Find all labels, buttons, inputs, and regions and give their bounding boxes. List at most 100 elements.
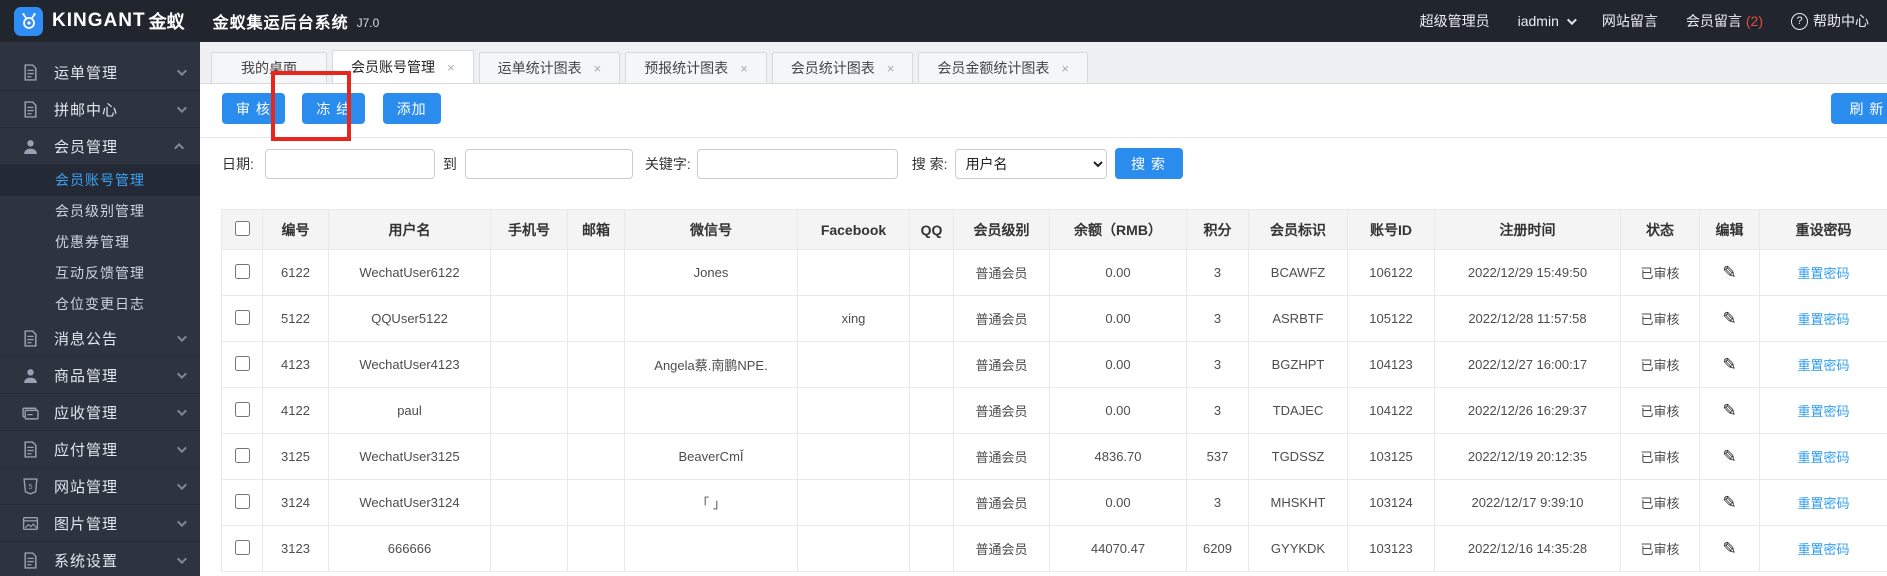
cell-phone xyxy=(490,433,568,480)
sidebar-subitem-feedback-management[interactable]: 互动反馈管理 xyxy=(0,258,200,289)
cell-points: 3 xyxy=(1186,341,1249,388)
row-checkbox[interactable] xyxy=(234,309,250,325)
edit-pencil-icon[interactable]: ✎ xyxy=(1722,309,1736,328)
cell-qq xyxy=(909,249,954,296)
tab-my-desktop[interactable]: 我的桌面 xyxy=(211,52,327,83)
column-header-balance: 余额（RMB） xyxy=(1049,209,1187,250)
keyword-label: 关键字: xyxy=(644,155,691,172)
table-row: 3123 666666 普通会员 44070.47 6209 GYYKDK 103123 20… xyxy=(221,525,1887,572)
cell-qq xyxy=(909,433,954,480)
cell-wechat xyxy=(624,387,798,434)
row-checkbox-cell xyxy=(221,341,263,388)
tab-close-icon[interactable]: × xyxy=(594,61,602,76)
select-all-checkbox[interactable] xyxy=(234,220,250,236)
tab-forecast-stats-chart[interactable]: 预报统计图表 × xyxy=(625,52,767,83)
sidebar-subitem-member-level-management[interactable]: 会员级别管理 xyxy=(0,196,200,227)
cell-email xyxy=(567,341,625,388)
row-checkbox[interactable] xyxy=(234,355,250,371)
sidebar-item-system-settings[interactable]: 系统设置 xyxy=(0,542,200,576)
cell-edit: ✎ xyxy=(1699,341,1760,388)
sidebar-item-website-management[interactable]: 5 网站管理 xyxy=(0,468,200,505)
reset-password-link[interactable]: 重置密码 xyxy=(1797,358,1849,373)
sidebar-subitem-warehouse-change-log[interactable]: 仓位变更日志 xyxy=(0,289,200,320)
help-link[interactable]: ? 帮助中心 xyxy=(1791,11,1869,31)
reset-password-link[interactable]: 重置密码 xyxy=(1797,542,1849,557)
sidebar-item-message-announcement[interactable]: 消息公告 xyxy=(0,320,200,357)
cell-register-time: 2022/12/19 20:12:35 xyxy=(1434,433,1621,480)
freeze-button[interactable]: 冻 结 xyxy=(302,93,366,124)
cell-register-time: 2022/12/29 15:49:50 xyxy=(1434,249,1621,296)
tab-close-icon[interactable]: × xyxy=(887,61,895,76)
sidebar-item-mail-center[interactable]: 拼邮中心 xyxy=(0,91,200,128)
cell-points: 3 xyxy=(1186,387,1249,434)
edit-pencil-icon[interactable]: ✎ xyxy=(1722,355,1736,374)
table-row: 6122 WechatUser6122 Jones 普通会员 0.00 3 BCAWFZ 10… xyxy=(221,249,1887,296)
site-messages-link[interactable]: 网站留言 xyxy=(1602,11,1658,31)
cell-points: 6209 xyxy=(1186,525,1249,572)
column-header-username: 用户名 xyxy=(328,209,491,250)
user-dropdown[interactable]: iadmin xyxy=(1517,13,1577,29)
reset-password-link[interactable]: 重置密码 xyxy=(1797,312,1849,327)
row-checkbox[interactable] xyxy=(234,401,250,417)
search-button[interactable]: 搜 索 xyxy=(1114,148,1183,179)
document-icon xyxy=(22,551,39,569)
cell-wechat: BeaverCmǏ xyxy=(624,433,798,480)
edit-pencil-icon[interactable]: ✎ xyxy=(1722,263,1736,282)
refresh-button[interactable]: 刷 新 xyxy=(1831,93,1887,124)
cell-id: 3123 xyxy=(262,525,329,572)
sidebar-item-image-management[interactable]: 图片管理 xyxy=(0,505,200,542)
sidebar-item-member-management[interactable]: 会员管理 xyxy=(0,128,200,165)
cell-status: 已审核 xyxy=(1620,249,1700,296)
cell-id: 5122 xyxy=(262,295,329,342)
edit-pencil-icon[interactable]: ✎ xyxy=(1722,447,1736,466)
sidebar-item-label: 运单管理 xyxy=(54,64,119,82)
reset-password-link[interactable]: 重置密码 xyxy=(1797,404,1849,419)
column-header-facebook: Facebook xyxy=(797,209,910,250)
edit-pencil-icon[interactable]: ✎ xyxy=(1722,493,1736,512)
chevron-down-icon xyxy=(176,479,187,490)
edit-pencil-icon[interactable]: ✎ xyxy=(1722,539,1736,558)
audit-button[interactable]: 审 核 xyxy=(222,93,285,124)
cell-member-code: TGDSSZ xyxy=(1248,433,1348,480)
search-field-select[interactable]: 用户名 xyxy=(954,148,1107,179)
reset-password-link[interactable]: 重置密码 xyxy=(1797,496,1849,511)
keyword-input[interactable] xyxy=(696,148,898,179)
sidebar-item-waybill-management[interactable]: 运单管理 xyxy=(0,54,200,91)
add-button[interactable]: 添加 xyxy=(382,93,441,124)
tab-member-stats-chart[interactable]: 会员统计图表 × xyxy=(771,52,914,83)
member-messages-count: (2) xyxy=(1745,13,1763,29)
cell-username: WechatUser3124 xyxy=(328,479,491,526)
reset-password-link[interactable]: 重置密码 xyxy=(1797,450,1849,465)
sidebar-item-receivable-management[interactable]: 应收管理 xyxy=(0,394,200,431)
cell-facebook xyxy=(797,479,910,526)
cell-reset-password: 重置密码 xyxy=(1759,525,1887,572)
date-from-input[interactable] xyxy=(264,148,435,179)
tab-member-amount-stats-chart[interactable]: 会员金额统计图表 × xyxy=(918,52,1088,83)
cell-balance: 0.00 xyxy=(1049,387,1187,434)
cell-id: 4123 xyxy=(262,341,329,388)
sidebar-subitem-coupon-management[interactable]: 优惠券管理 xyxy=(0,227,200,258)
member-messages-link[interactable]: 会员留言 (2) xyxy=(1686,11,1763,31)
topbar: KINGANT 金蚁 金蚁集运后台系统 J7.0 超级管理员 iadmin 网站… xyxy=(0,0,1887,42)
tab-member-account-management[interactable]: 会员账号管理 × xyxy=(332,50,474,83)
chevron-down-icon xyxy=(176,331,187,342)
tab-close-icon[interactable]: × xyxy=(740,61,748,76)
edit-pencil-icon[interactable]: ✎ xyxy=(1722,401,1736,420)
date-to-input[interactable] xyxy=(464,148,633,179)
row-checkbox[interactable] xyxy=(234,539,250,555)
sidebar-subitem-member-account-management[interactable]: 会员账号管理 xyxy=(0,165,200,196)
username-label: iadmin xyxy=(1517,13,1559,29)
cell-reset-password: 重置密码 xyxy=(1759,479,1887,526)
sidebar-item-product-management[interactable]: 商品管理 xyxy=(0,357,200,394)
table-row: 4122 paul 普通会员 0.00 3 TDAJEC 104122 2022/12/26 … xyxy=(221,387,1887,434)
row-checkbox[interactable] xyxy=(234,447,250,463)
chevron-down-icon xyxy=(176,368,187,379)
tab-waybill-stats-chart[interactable]: 运单统计图表 × xyxy=(478,52,621,83)
reset-password-link[interactable]: 重置密码 xyxy=(1797,266,1849,281)
cell-member-code: BCAWFZ xyxy=(1248,249,1348,296)
row-checkbox[interactable] xyxy=(234,263,250,279)
row-checkbox[interactable] xyxy=(234,493,250,509)
tab-close-icon[interactable]: × xyxy=(1061,61,1069,76)
tab-close-icon[interactable]: × xyxy=(447,60,455,75)
sidebar-item-payable-management[interactable]: 应付管理 xyxy=(0,431,200,468)
